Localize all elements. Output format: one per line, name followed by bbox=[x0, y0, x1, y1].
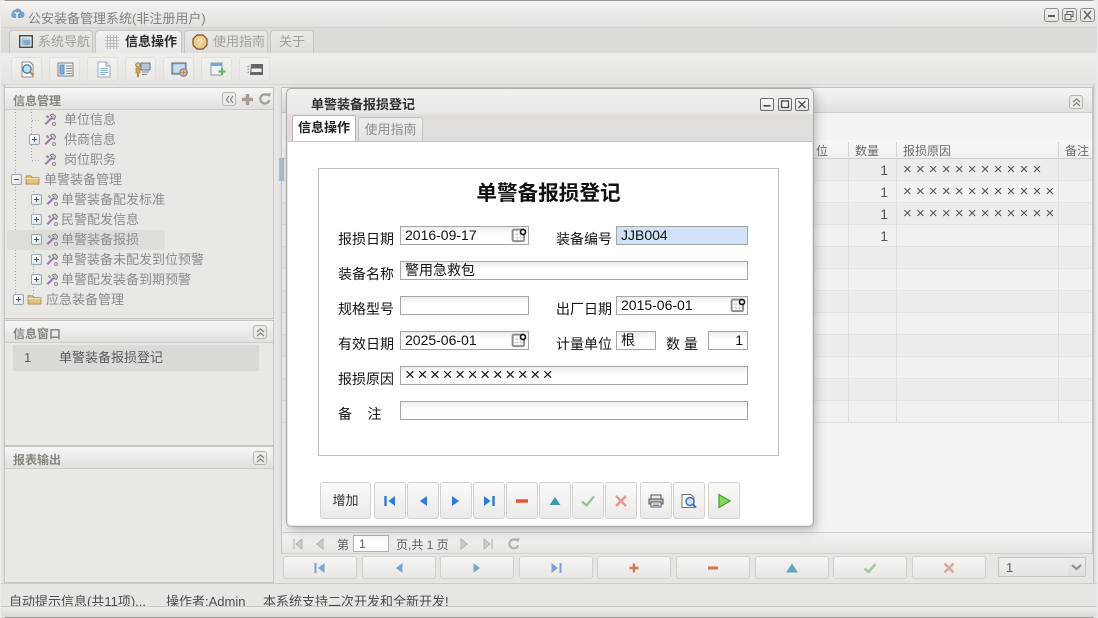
svg-text:?: ? bbox=[197, 38, 203, 49]
